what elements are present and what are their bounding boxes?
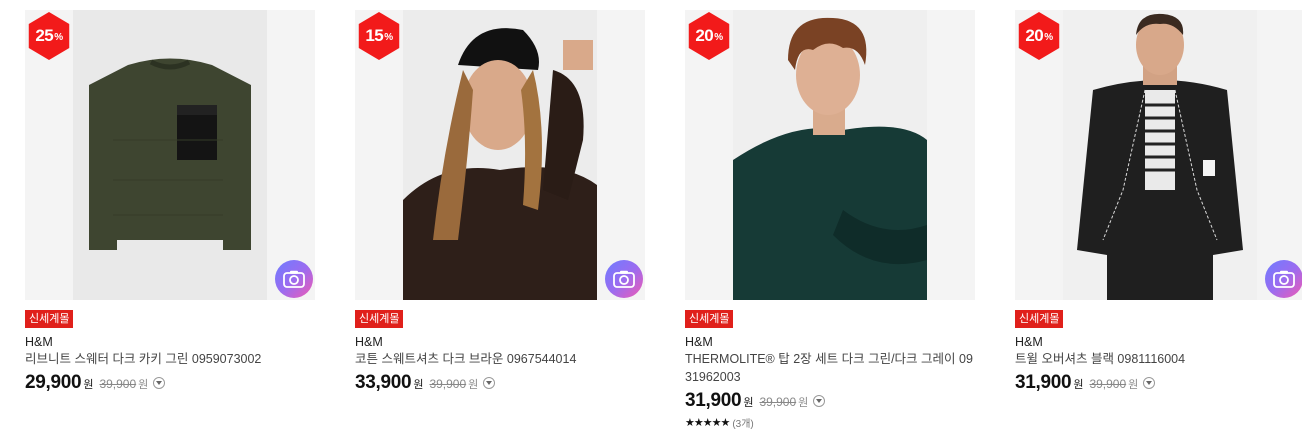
discount-value: 25 bbox=[35, 26, 54, 45]
price-row: 31,900 원 39,900 원 bbox=[1015, 372, 1302, 394]
product-photo[interactable] bbox=[403, 10, 597, 300]
camera-icon[interactable] bbox=[605, 260, 643, 298]
sale-price-unit: 원 bbox=[83, 379, 94, 391]
product-photo[interactable] bbox=[73, 10, 267, 300]
chevron-down-icon[interactable] bbox=[483, 377, 496, 389]
sale-price: 31,900 bbox=[1015, 372, 1072, 393]
original-price: 39,900 bbox=[99, 377, 137, 391]
original-price-unit: 원 bbox=[138, 379, 149, 391]
product-card[interactable]: 20% 신세계몰 H&M 트윌 오버셔츠 블랙 0981116004 31,90… bbox=[1015, 10, 1302, 394]
product-name[interactable]: 코튼 스웨트셔츠 다크 브라운 0967544014 bbox=[355, 350, 645, 368]
sale-price-unit: 원 bbox=[743, 397, 754, 409]
product-name[interactable]: 리브니트 스웨터 다크 카키 그린 0959073002 bbox=[25, 350, 315, 368]
product-name[interactable]: 트윌 오버셔츠 블랙 0981116004 bbox=[1015, 350, 1302, 368]
discount-unit: % bbox=[54, 32, 63, 43]
sale-price-unit: 원 bbox=[413, 379, 424, 391]
product-card[interactable]: 25% 신세계몰 H&M 리브니트 스웨터 다크 카키 그린 095907300… bbox=[25, 10, 315, 394]
star-icon: ★★★★★ bbox=[685, 417, 730, 429]
discount-badge: 15% bbox=[358, 12, 400, 60]
discount-badge: 25% bbox=[28, 12, 70, 60]
sale-price: 31,900 bbox=[685, 390, 742, 411]
rating[interactable]: ★★★★★ (3개) bbox=[685, 415, 975, 430]
original-price: 39,900 bbox=[759, 395, 797, 409]
product-card[interactable]: 15% 신세계몰 H&M 코튼 스웨트셔츠 다크 브라운 0967544014 … bbox=[355, 10, 645, 394]
discount-badge: 20% bbox=[1018, 12, 1060, 60]
product-grid: 25% 신세계몰 H&M 리브니트 스웨터 다크 카키 그린 095907300… bbox=[0, 0, 1302, 435]
product-image[interactable]: 15% bbox=[355, 10, 645, 300]
discount-unit: % bbox=[714, 32, 723, 43]
original-price: 39,900 bbox=[429, 377, 467, 391]
brand-name[interactable]: H&M bbox=[25, 334, 315, 350]
product-image[interactable]: 20% bbox=[685, 10, 975, 300]
product-card[interactable]: 20% 신세계몰 H&M THERMOLITE® 탑 2장 세트 다크 그린/다… bbox=[685, 10, 975, 430]
chevron-down-icon[interactable] bbox=[153, 377, 166, 389]
store-tag[interactable]: 신세계몰 bbox=[25, 310, 74, 328]
product-name[interactable]: THERMOLITE® 탑 2장 세트 다크 그린/다크 그레이 0931962… bbox=[685, 350, 975, 386]
chevron-down-icon[interactable] bbox=[813, 395, 826, 407]
discount-badge: 20% bbox=[688, 12, 730, 60]
store-tag[interactable]: 신세계몰 bbox=[1015, 310, 1064, 328]
brand-name[interactable]: H&M bbox=[1015, 334, 1302, 350]
brand-name[interactable]: H&M bbox=[685, 334, 975, 350]
discount-unit: % bbox=[1044, 32, 1053, 43]
price-row: 33,900 원 39,900 원 bbox=[355, 372, 645, 394]
review-count: (3개) bbox=[732, 419, 754, 430]
original-price-unit: 원 bbox=[1128, 379, 1139, 391]
product-image[interactable]: 20% bbox=[1015, 10, 1302, 300]
price-row: 29,900 원 39,900 원 bbox=[25, 372, 315, 394]
price-row: 31,900 원 39,900 원 bbox=[685, 390, 975, 412]
product-photo[interactable] bbox=[1063, 10, 1257, 300]
discount-unit: % bbox=[384, 32, 393, 43]
camera-icon[interactable] bbox=[275, 260, 313, 298]
sale-price-unit: 원 bbox=[1073, 379, 1084, 391]
sale-price: 33,900 bbox=[355, 372, 412, 393]
discount-value: 15 bbox=[365, 26, 384, 45]
original-price-unit: 원 bbox=[798, 397, 809, 409]
sale-price: 29,900 bbox=[25, 372, 82, 393]
product-photo[interactable] bbox=[733, 10, 927, 300]
store-tag[interactable]: 신세계몰 bbox=[685, 310, 734, 328]
discount-value: 20 bbox=[1025, 26, 1044, 45]
brand-name[interactable]: H&M bbox=[355, 334, 645, 350]
store-tag[interactable]: 신세계몰 bbox=[355, 310, 404, 328]
product-image[interactable]: 25% bbox=[25, 10, 315, 300]
original-price-unit: 원 bbox=[468, 379, 479, 391]
chevron-down-icon[interactable] bbox=[1143, 377, 1156, 389]
camera-icon[interactable] bbox=[1265, 260, 1302, 298]
discount-value: 20 bbox=[695, 26, 714, 45]
original-price: 39,900 bbox=[1089, 377, 1127, 391]
